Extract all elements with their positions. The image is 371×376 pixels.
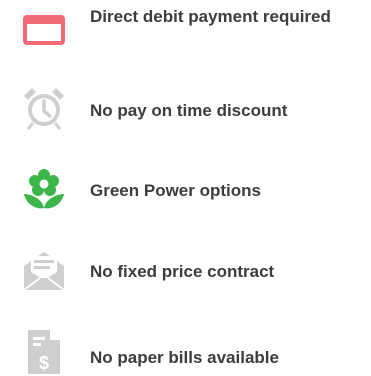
credit-card-icon <box>22 13 66 57</box>
envelope-contract-icon <box>22 248 66 292</box>
feature-label: No pay on time discount <box>90 101 288 120</box>
feature-label: No paper bills available <box>90 348 279 367</box>
feature-label: Green Power options <box>90 181 261 200</box>
feature-label: No fixed price contract <box>90 262 275 281</box>
dollar-document-icon: $ <box>22 330 66 374</box>
flower-icon <box>22 168 66 212</box>
alarm-clock-icon <box>22 86 66 130</box>
svg-text:$: $ <box>39 353 49 373</box>
plan-features-list: Direct debit payment required No pay on … <box>0 0 371 376</box>
feature-label: Direct debit payment required <box>90 7 331 26</box>
